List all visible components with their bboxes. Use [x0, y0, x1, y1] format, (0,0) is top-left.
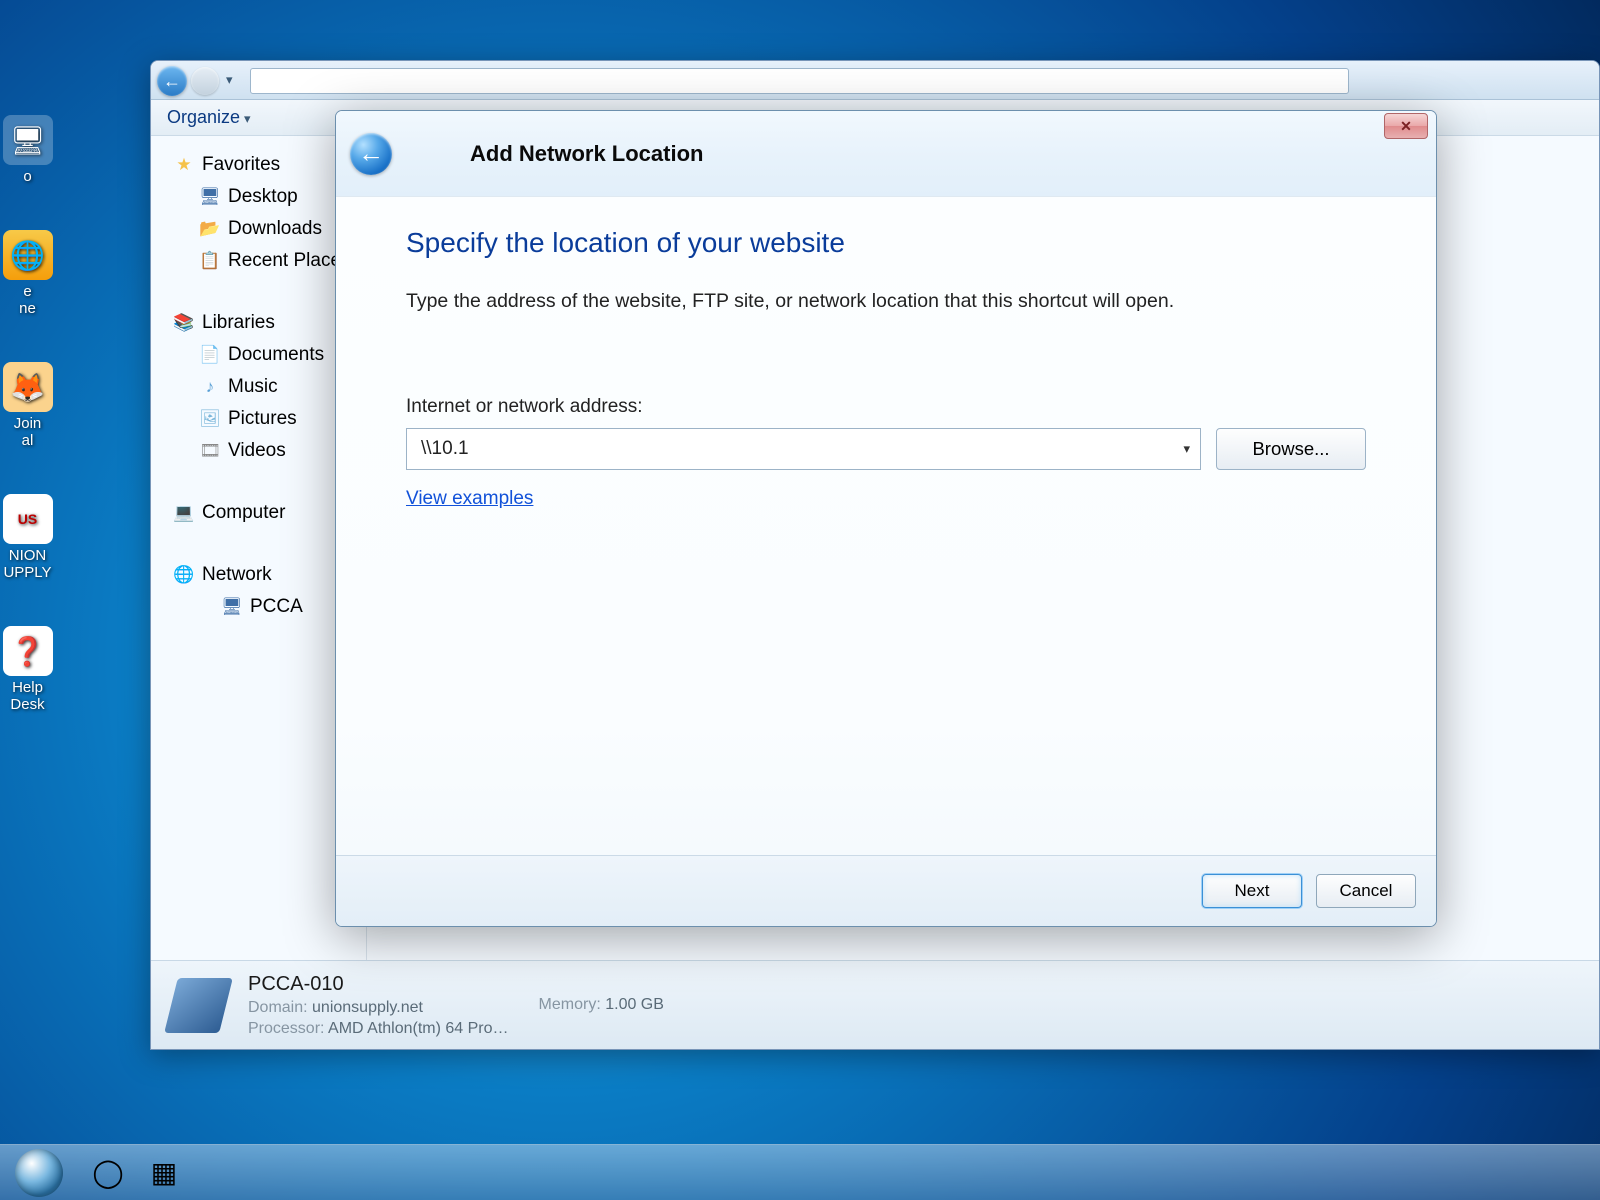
recent-icon: 📋 [199, 250, 221, 272]
sidebar-desktop[interactable]: 🖥 Desktop [151, 181, 366, 213]
computer-icon: 💻 [173, 502, 195, 524]
desktop-shortcut[interactable]: 🦊Join al [0, 362, 80, 449]
nav-history-dropdown[interactable]: ▾ [226, 72, 233, 88]
chrome-icon: ◯ [92, 1156, 123, 1189]
desktop-shortcut[interactable]: 🌐e ne [0, 230, 80, 317]
star-icon: ★ [173, 154, 195, 176]
taskbar[interactable]: ◯ ▦ [0, 1144, 1600, 1200]
wizard-heading: Specify the location of your website [406, 227, 1366, 259]
details-pane: PCCA-010 Domain: unionsupply.net Process… [151, 960, 1599, 1049]
details-processor-label: Processor: [248, 1020, 324, 1037]
details-memory-value: 1.00 GB [605, 996, 664, 1013]
nav-back-button[interactable]: ← [157, 66, 187, 96]
music-icon: ♪ [199, 376, 221, 398]
sidebar-network[interactable]: 🌐 Network [151, 559, 366, 591]
address-combobox[interactable]: ▾ [406, 428, 1201, 470]
desktop-shortcut[interactable]: 🖥o [0, 115, 80, 185]
browse-button[interactable]: Browse... [1216, 428, 1366, 470]
folder-icon: 📂 [199, 218, 221, 240]
taskbar-pinned-app[interactable]: ◯ [83, 1151, 133, 1195]
sidebar-favorites[interactable]: ★ Favorites [151, 149, 366, 181]
details-processor-value: AMD Athlon(tm) 64 Pro… [328, 1020, 509, 1037]
wizard-subtitle: Type the address of the website, FTP sit… [406, 287, 1366, 316]
sidebar-network-host[interactable]: 🖥 PCCA [151, 591, 366, 623]
chevron-down-icon[interactable]: ▾ [1183, 441, 1190, 457]
close-icon: ✕ [1400, 118, 1412, 135]
close-button[interactable]: ✕ [1384, 113, 1428, 139]
desktop-icons: 🖥o 🌐e ne 🦊Join al USNION UPPLY ❓Help Des… [0, 115, 80, 758]
explorer-titlebar[interactable]: ← ▾ [151, 61, 1599, 100]
sidebar-recent[interactable]: 📋 Recent Places [151, 245, 366, 277]
sidebar-libraries[interactable]: 📚 Libraries [151, 307, 366, 339]
next-button[interactable]: Next [1202, 874, 1302, 908]
desktop-shortcut[interactable]: USNION UPPLY [0, 494, 80, 581]
sidebar-videos[interactable]: 🎞 Videos [151, 435, 366, 467]
details-name: PCCA-010 [248, 973, 509, 996]
start-button[interactable] [15, 1149, 63, 1197]
sidebar-documents[interactable]: 📄 Documents [151, 339, 366, 371]
address-input[interactable] [419, 437, 1166, 461]
sidebar-pictures[interactable]: 🖼 Pictures [151, 403, 366, 435]
libraries-icon: 📚 [173, 312, 195, 334]
sidebar-computer[interactable]: 💻 Computer [151, 497, 366, 529]
desktop-background: 🖥o 🌐e ne 🦊Join al USNION UPPLY ❓Help Des… [0, 0, 1600, 1200]
videos-icon: 🎞 [199, 440, 221, 462]
taskbar-pinned-app[interactable]: ▦ [139, 1151, 189, 1195]
desktop-shortcut[interactable]: ❓Help Desk [0, 626, 80, 713]
desktop-icon: 🖥 [199, 186, 221, 208]
wizard-title: Add Network Location [470, 141, 703, 167]
sidebar-music[interactable]: ♪ Music [151, 371, 366, 403]
add-network-location-wizard: ← Add Network Location ✕ Specify the loc… [335, 110, 1437, 927]
sidebar-downloads[interactable]: 📂 Downloads [151, 213, 366, 245]
address-bar[interactable] [250, 68, 1349, 94]
address-label: Internet or network address: [406, 396, 1366, 418]
details-domain-value: unionsupply.net [312, 999, 423, 1016]
nav-forward-button[interactable] [191, 67, 219, 95]
wizard-back-button[interactable]: ← [350, 133, 392, 175]
wizard-titlebar[interactable]: ← Add Network Location ✕ [336, 111, 1436, 197]
cancel-button[interactable]: Cancel [1316, 874, 1416, 908]
app-icon: ▦ [151, 1156, 177, 1189]
documents-icon: 📄 [199, 344, 221, 366]
host-icon: 🖥 [221, 596, 243, 618]
details-domain-label: Domain: [248, 999, 308, 1016]
organize-menu[interactable]: Organize▾ [167, 107, 251, 128]
details-memory-label: Memory: [539, 996, 601, 1013]
network-icon: 🌐 [173, 564, 195, 586]
wizard-footer: Next Cancel [336, 855, 1436, 926]
computer-icon [164, 978, 233, 1033]
view-examples-link[interactable]: View examples [406, 488, 533, 509]
pictures-icon: 🖼 [199, 408, 221, 430]
